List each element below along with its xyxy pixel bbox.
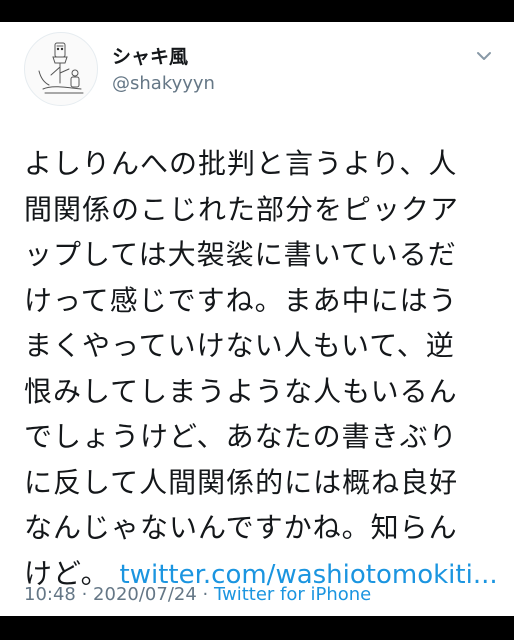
tweet-time[interactable]: 10:48 xyxy=(24,584,76,605)
chevron-down-icon[interactable] xyxy=(474,48,494,64)
tweet-meta: 10:48 · 2020/07/24 · Twitter for iPhone xyxy=(24,584,371,606)
tweet-date[interactable]: 2020/07/24 xyxy=(93,584,197,605)
tweet-line: 間関係のこじれた部分をピックア xyxy=(24,192,460,226)
tweet-line: 恨みしてしまうような人もいるん xyxy=(24,374,458,408)
tweet-line: けって感じですね。まあ中にはう xyxy=(24,283,458,317)
tweet-line: でしょうけど、あなたの書きぶり xyxy=(24,420,458,453)
meta-separator: · xyxy=(75,584,94,605)
tweet-line: なんじゃないんですかね。知らん xyxy=(24,511,458,544)
tweet-text: よしりんへの批判と言うより、人 間関係のこじれた部分をピックア ップしては大袈裟… xyxy=(24,141,498,598)
tweet-line: ップしては大袈裟に書いているだ xyxy=(24,238,457,271)
user-handle[interactable]: @shakyyyn xyxy=(112,73,215,95)
tweet-source-link[interactable]: Twitter for iPhone xyxy=(214,584,371,605)
display-name[interactable]: シャキ風 xyxy=(112,46,188,68)
tweet-card: シャキ風 @shakyyyn よしりんへの批判と言うより、人 間関係のこじれた部… xyxy=(0,22,514,616)
tweet-line: よしりんへの批判と言うより、人 xyxy=(24,147,458,180)
meta-separator: · xyxy=(196,584,214,605)
sketch-avatar-icon xyxy=(38,42,84,94)
tweet-line: まくやっていけない人もいて、逆 xyxy=(24,329,455,362)
tweet-line: に反して人間関係的には概ね良好 xyxy=(24,465,459,499)
avatar[interactable] xyxy=(24,32,98,106)
